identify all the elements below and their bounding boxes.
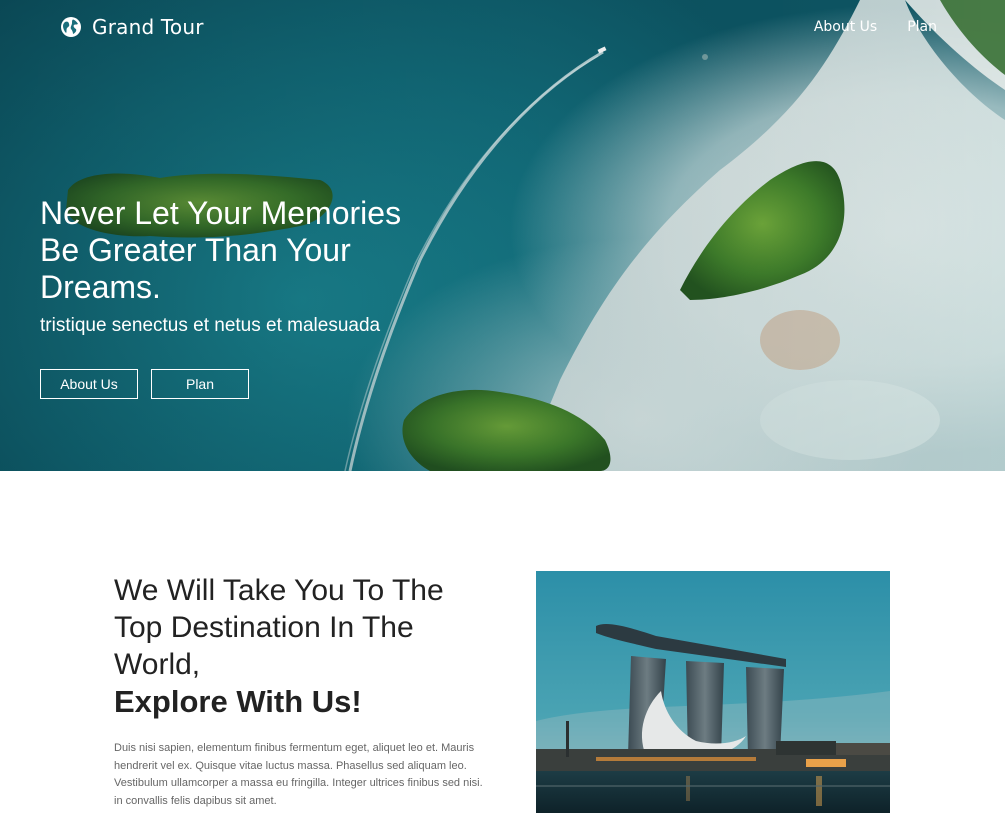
brand[interactable]: Grand Tour — [60, 15, 204, 39]
intro-body: Duis nisi sapien, elementum finibus ferm… — [114, 742, 483, 807]
destination-photo — [536, 571, 890, 813]
intro-text: We Will Take You To The Top Destination … — [114, 572, 494, 810]
nav-links: About Us Plan — [814, 19, 937, 35]
globe-icon — [61, 17, 81, 37]
hero-title-line: Dreams. — [40, 269, 161, 305]
plan-button[interactable]: Plan — [151, 369, 249, 399]
intro-heading-line: We Will Take You To The — [114, 574, 444, 607]
intro-heading-line: Top Destination In The — [114, 611, 414, 644]
brand-name: Grand Tour — [92, 15, 204, 39]
hero-text: Never Let Your Memories Be Greater Than … — [40, 195, 460, 337]
top-navigation: Grand Tour About Us Plan — [0, 0, 1005, 56]
hero-buttons: About Us Plan — [40, 369, 249, 399]
hero-title-line: Never Let Your Memories — [40, 195, 402, 231]
nav-link-about-us[interactable]: About Us — [814, 19, 877, 35]
intro-emphasis: Explore With Us! — [114, 684, 362, 719]
hero-section: Grand Tour About Us Plan Never Let Your … — [0, 0, 1005, 471]
hero-title: Never Let Your Memories Be Greater Than … — [40, 195, 460, 306]
intro-heading: We Will Take You To The Top Destination … — [114, 572, 494, 683]
about-us-button[interactable]: About Us — [40, 369, 138, 399]
nav-link-plan[interactable]: Plan — [907, 19, 937, 35]
marina-bay-image — [536, 571, 890, 813]
intro-heading-line: World, — [114, 648, 201, 681]
hero-subtitle: tristique senectus et netus et malesuada — [40, 315, 381, 336]
hero-title-line: Be Greater Than Your — [40, 232, 351, 268]
